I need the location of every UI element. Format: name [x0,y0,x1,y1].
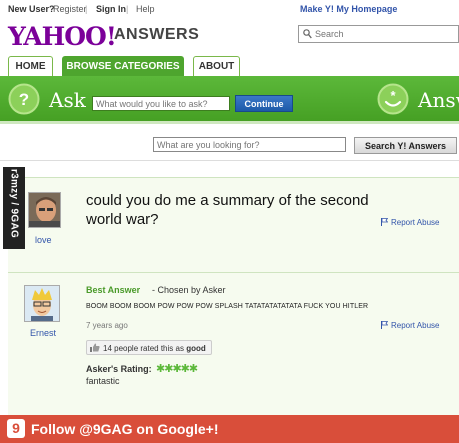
question-text: could you do me a summary of the second … [86,192,369,228]
separator: | [85,4,88,14]
yahoo-logo[interactable]: YAHOO! [8,22,117,51]
chosen-by-asker: - Chosen by Asker [152,285,226,295]
help-link[interactable]: Help [136,4,155,14]
answer-report-abuse[interactable]: Report Abuse [381,321,439,330]
answer-smiley-icon: * [377,83,409,115]
watermark-text: r3mzy / 9GAG [8,168,20,239]
rated-value: good [186,344,206,353]
top-bar: New User? Register | Sign In | Help Make… [0,0,459,18]
star-icon: ✱ [156,363,165,375]
askers-rating-label: Asker's Rating: [86,364,152,374]
ask-label: Ask [49,88,86,112]
flag-icon [381,218,388,226]
tab-home[interactable]: HOME [8,56,53,76]
avatar [29,193,60,227]
answers-title: ANSWERS [114,26,200,43]
svg-text:?: ? [19,90,29,109]
answer-user-avatar[interactable] [24,285,60,322]
search-icon [303,29,312,39]
search-answers-button[interactable]: Search Y! Answers [354,137,457,154]
star-icon: ✱ [172,363,181,375]
flag-icon [381,321,388,329]
answer-text: BOOM BOOM BOOM POW POW POW SPLASH TATATA… [86,303,369,310]
make-homepage-link[interactable]: Make Y! My Homepage [300,4,397,14]
star-icon: ✱ [180,363,190,375]
register-link[interactable]: Register [53,4,87,14]
new-user-label: New User? [8,4,55,14]
search-box[interactable] [298,25,459,43]
sign-in-link[interactable]: Sign In [96,4,126,14]
watermark: r3mzy / 9GAG [3,167,25,249]
tab-about[interactable]: ABOUT [193,56,240,76]
thumbs-up-icon [90,343,100,352]
answer-timestamp: 7 years ago [86,321,128,330]
ask-smiley-icon: ? [8,83,40,115]
ask-bar-shadow [0,121,459,124]
rating-text: fantastic [86,376,120,386]
answer-label: Answ [418,88,459,112]
star-icon: ✱ [188,363,198,375]
continue-button[interactable]: Continue [235,95,293,112]
question-username[interactable]: love [35,235,52,245]
avatar [25,286,59,321]
logo-text: YAHOO [8,22,107,51]
answer-username[interactable]: Ernest [30,328,56,338]
tab-browse-categories[interactable]: BROWSE CATEGORIES [62,56,184,77]
separator: | [126,4,129,14]
answers-search-input[interactable] [153,137,346,152]
answer-panel [8,272,459,416]
divider [0,160,459,161]
report-label: Report Abuse [391,218,440,227]
rated-count: 14 people rated this as [103,344,184,353]
footer-text[interactable]: Follow @9GAG on Google+! [31,421,218,437]
question-user-avatar[interactable] [28,192,61,228]
9gag-logo-icon: 9 [7,419,25,438]
question-report-abuse[interactable]: Report Abuse [381,218,439,227]
report-label: Report Abuse [391,321,440,330]
rating-stars: ✱✱✱✱✱ [156,362,198,375]
ask-question-input[interactable] [92,96,230,111]
best-answer-label: Best Answer [86,285,141,295]
rating-badge[interactable]: 14 people rated this as good [86,340,212,355]
search-input[interactable] [315,27,455,41]
